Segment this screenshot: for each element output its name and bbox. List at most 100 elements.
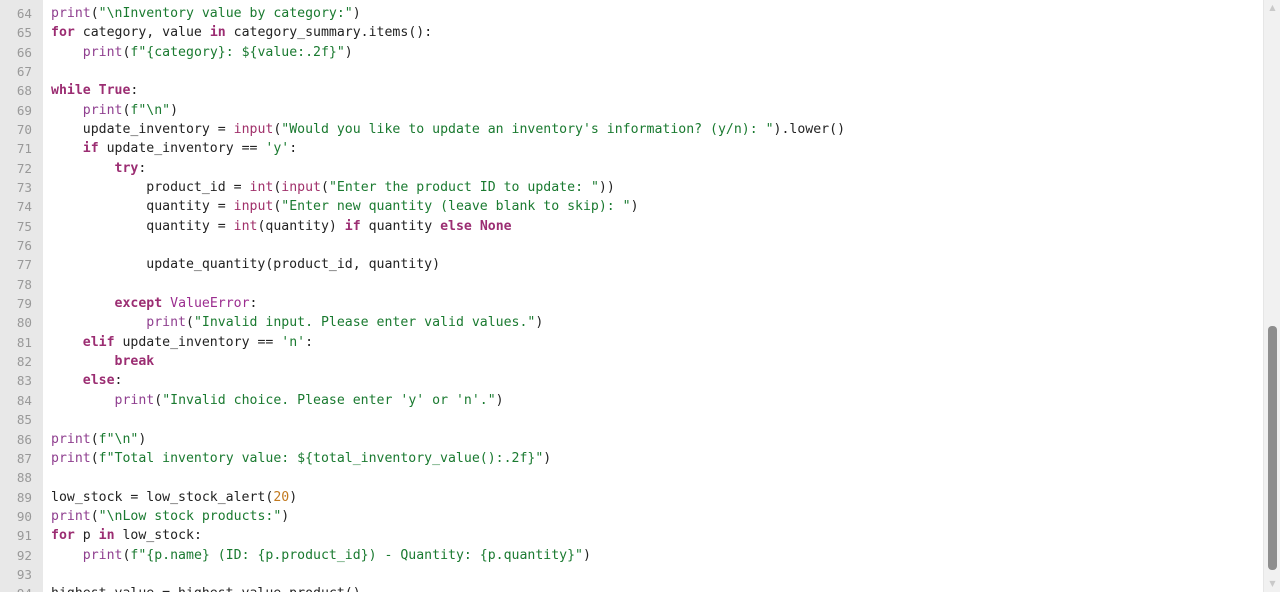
line-number: 87 bbox=[16, 450, 32, 466]
code-editor[interactable]: 6364print("\nInventory value by category… bbox=[0, 0, 1280, 592]
line-number: 88 bbox=[16, 470, 32, 486]
code-token: while bbox=[51, 83, 91, 99]
code-token: f"{p.name} (ID: {p.product_id}) - Quanti… bbox=[130, 547, 583, 563]
code-text[interactable]: print("Invalid input. Please enter valid… bbox=[51, 313, 543, 332]
code-text[interactable]: if update_inventory == 'y': bbox=[51, 139, 297, 158]
code-token: input bbox=[281, 180, 321, 196]
code-token: : bbox=[289, 141, 298, 157]
code-text[interactable]: update_inventory = input("Would you like… bbox=[51, 120, 845, 139]
code-token: int bbox=[249, 180, 274, 196]
line-number: 78 bbox=[16, 276, 32, 292]
code-token: update_quantity(product_id, quantity) bbox=[51, 257, 441, 273]
code-text[interactable]: for p in low_stock: bbox=[51, 526, 202, 545]
code-token: ).lower() bbox=[773, 122, 846, 138]
code-text[interactable]: product_id = int(input("Enter the produc… bbox=[51, 178, 615, 197]
vertical-scrollbar[interactable]: ▲ ▼ bbox=[1263, 0, 1280, 592]
code-text[interactable]: quantity = input("Enter new quantity (le… bbox=[51, 197, 638, 216]
code-text[interactable]: print(f"\n") bbox=[51, 101, 178, 120]
code-text[interactable]: print("Invalid choice. Please enter 'y' … bbox=[51, 391, 504, 410]
line-number: 74 bbox=[16, 199, 32, 215]
code-token: else bbox=[82, 373, 115, 389]
code-token: in bbox=[98, 528, 115, 544]
code-token: print bbox=[146, 315, 186, 331]
code-token: ) bbox=[344, 44, 353, 60]
code-token: 'n' bbox=[281, 334, 306, 350]
code-token: True bbox=[98, 83, 131, 99]
line-number: 83 bbox=[16, 373, 32, 389]
line-number: 81 bbox=[16, 334, 32, 350]
line-number: 89 bbox=[16, 489, 32, 505]
code-token: quantity bbox=[360, 218, 441, 234]
code-token: print bbox=[51, 450, 91, 466]
code-token: "Invalid input. Please enter valid value… bbox=[193, 315, 536, 331]
line-number: 94 bbox=[0, 584, 32, 592]
code-token: ) bbox=[543, 450, 552, 466]
code-token: print bbox=[82, 102, 123, 118]
code-text[interactable]: try: bbox=[51, 159, 147, 178]
code-token: ( bbox=[90, 508, 99, 524]
code-token: f"\n" bbox=[130, 102, 171, 118]
code-token: except bbox=[114, 296, 163, 312]
line-number: 64 bbox=[16, 5, 32, 21]
code-token: quantity = bbox=[51, 218, 234, 234]
code-text[interactable]: print(f"\n") bbox=[51, 430, 146, 449]
code-token: print bbox=[51, 5, 91, 21]
code-text[interactable]: except ValueError: bbox=[51, 294, 258, 313]
line-number: 80 bbox=[16, 315, 32, 331]
code-token: ) bbox=[289, 489, 298, 505]
code-token: f"Total inventory value: ${total_invento… bbox=[98, 450, 544, 466]
code-token: print bbox=[51, 431, 91, 447]
code-token: try bbox=[114, 160, 139, 176]
code-token: print bbox=[51, 508, 91, 524]
code-text[interactable]: low_stock = low_stock_alert(20) bbox=[51, 488, 297, 507]
code-text[interactable]: quantity = int(quantity) if quantity els… bbox=[51, 217, 511, 236]
code-text[interactable]: print("\nInventory value by category:") bbox=[51, 4, 361, 23]
code-viewport[interactable]: 6364print("\nInventory value by category… bbox=[0, 0, 1263, 592]
line-number: 67 bbox=[16, 63, 32, 79]
scroll-down-arrow-icon[interactable]: ▼ bbox=[1264, 576, 1280, 592]
code-token: update_inventory = bbox=[51, 122, 234, 138]
code-token: print bbox=[82, 547, 123, 563]
code-token: for bbox=[51, 528, 75, 544]
code-token: print bbox=[114, 392, 155, 408]
code-text[interactable]: else: bbox=[51, 371, 123, 390]
code-token: ) bbox=[352, 5, 361, 21]
code-text[interactable]: while True: bbox=[51, 81, 138, 100]
code-text[interactable]: break bbox=[51, 352, 155, 371]
code-text[interactable]: print(f"{p.name} (ID: {p.product_id}) - … bbox=[51, 546, 591, 565]
line-number: 82 bbox=[16, 354, 32, 370]
code-text[interactable]: print(f"Total inventory value: ${total_i… bbox=[51, 449, 551, 468]
code-token: 'y' bbox=[265, 141, 290, 157]
code-token: ( bbox=[154, 392, 163, 408]
code-text[interactable]: print(f"{category}: ${value:.2f}") bbox=[51, 43, 353, 62]
scrollbar-thumb[interactable] bbox=[1268, 326, 1277, 570]
scroll-up-arrow-icon[interactable]: ▲ bbox=[1264, 0, 1280, 16]
code-token: if bbox=[82, 141, 99, 157]
code-token: update_inventory == bbox=[98, 141, 266, 157]
code-token: "\nInventory value by category:" bbox=[98, 5, 353, 21]
code-token: else bbox=[440, 218, 472, 234]
code-token: highest_value = highest_value_product() bbox=[51, 586, 361, 592]
code-token: low_stock = low_stock_alert( bbox=[51, 489, 274, 505]
code-token: "\nLow stock products:" bbox=[98, 508, 282, 524]
code-text[interactable]: for category, value in category_summary.… bbox=[51, 23, 432, 42]
code-token: update_inventory == bbox=[114, 334, 282, 350]
line-number: 79 bbox=[16, 296, 32, 312]
code-text[interactable]: print("\nLow stock products:") bbox=[51, 507, 289, 526]
code-text[interactable]: highest_value = highest_value_product() bbox=[51, 584, 361, 592]
code-text[interactable]: elif update_inventory == 'n': bbox=[51, 333, 313, 352]
code-token: (quantity) bbox=[257, 218, 345, 234]
code-token: f"{category}: ${value:.2f}" bbox=[130, 44, 345, 60]
code-token: ) bbox=[281, 508, 290, 524]
code-text[interactable]: update_quantity(product_id, quantity) bbox=[51, 255, 440, 274]
line-number: 65 bbox=[16, 25, 32, 41]
code-token: print bbox=[82, 44, 123, 60]
line-number: 73 bbox=[16, 180, 32, 196]
